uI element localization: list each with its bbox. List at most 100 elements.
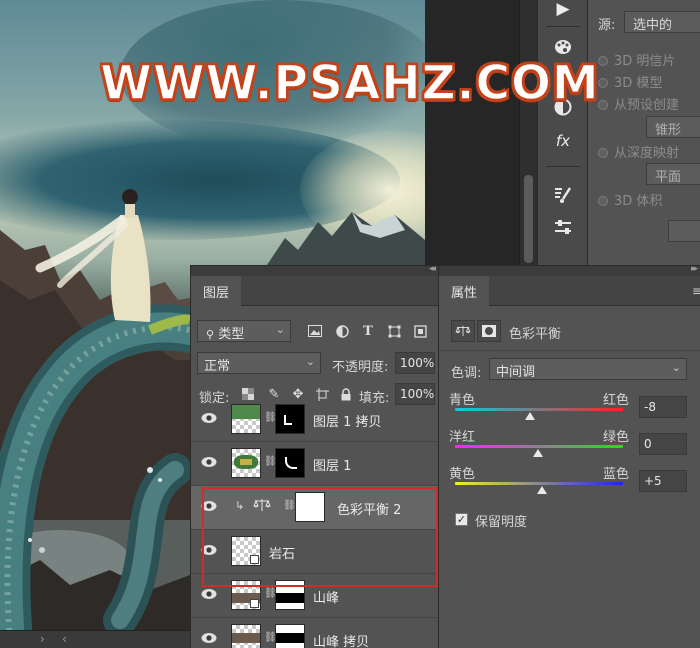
option-3d-model[interactable]: 3D 模型 [598, 72, 662, 91]
sliders-icon[interactable] [550, 214, 576, 240]
slider-knob[interactable] [533, 449, 543, 457]
filter-smart-object-icon[interactable] [411, 322, 429, 340]
create-button[interactable] [668, 220, 700, 242]
adjustment-mask-thumbnail [295, 492, 325, 522]
layer-thumbnail [231, 580, 261, 610]
layer-name[interactable]: 山峰 拷贝 [313, 631, 369, 648]
panel-icon-strip: ▶ fx [537, 0, 587, 265]
layer-mask-thumbnail [275, 580, 305, 610]
layer-name[interactable]: 山峰 [313, 587, 339, 606]
slider-yellow-label: 黄色 [449, 467, 476, 482]
slider-cyan-label: 青色 [449, 393, 476, 408]
layer-name[interactable]: 图层 1 拷贝 [313, 411, 382, 430]
visibility-eye-icon[interactable] [201, 456, 217, 468]
layers-tabbar: 图层 [191, 276, 438, 306]
layer-name[interactable]: 岩石 [269, 543, 295, 562]
layer-thumbnail [231, 624, 261, 648]
option-3d-postcard[interactable]: 3D 明信片 [598, 50, 675, 69]
brush-icon[interactable] [550, 182, 576, 208]
visibility-eye-icon[interactable] [201, 588, 217, 600]
option-from-preset[interactable]: 从预设创建 [598, 94, 679, 113]
preserve-luminosity-label: 保留明度 [475, 515, 528, 530]
balance-scale-icon [253, 498, 271, 515]
visibility-eye-icon[interactable] [201, 632, 217, 644]
collapse-icon[interactable]: ▸▸ [691, 264, 698, 274]
filter-pixel-icon[interactable] [306, 322, 324, 340]
slider-knob[interactable] [537, 486, 547, 494]
layer-row[interactable]: ⛓ 图层 1 拷贝 [191, 398, 439, 442]
layer-name[interactable]: 图层 1 [313, 455, 351, 474]
tone-label: 色调: [451, 366, 482, 381]
search-icon: ⚲ [206, 328, 215, 341]
canvas-status-bar: › ‹ [0, 630, 190, 648]
layer-mask-thumbnail [275, 624, 305, 648]
blend-mode-dropdown[interactable]: 正常 ⌄ [197, 352, 321, 374]
cyan-red-value[interactable]: -8 [639, 396, 687, 418]
option-from-depth-map[interactable]: 从深度映射 [598, 142, 679, 161]
option-3d-volume[interactable]: 3D 体积 [598, 190, 662, 209]
panel-menu-icon[interactable]: ≡ [692, 284, 700, 298]
magenta-green-value[interactable]: 0 [639, 433, 687, 455]
layer-filter-row: ⚲ 类型 ⌄ T [191, 318, 438, 348]
link-icon[interactable]: ⛓ [264, 412, 277, 426]
cyan-red-slider[interactable] [455, 408, 623, 411]
tab-properties[interactable]: 属性 [439, 276, 490, 306]
opacity-input[interactable]: 100% [395, 352, 435, 374]
divider [546, 26, 580, 27]
visibility-eye-icon[interactable] [201, 544, 217, 556]
watermark-text: WWW.PSAHZ.COM [99, 55, 600, 111]
filter-kind-dropdown[interactable]: ⚲ 类型 ⌄ [197, 320, 291, 342]
layer-row[interactable]: ⛓ 山峰 [191, 574, 439, 618]
adjustment-title: 色彩平衡 [509, 327, 562, 342]
yellow-blue-value[interactable]: +5 [639, 470, 687, 492]
layer-row[interactable]: ⛓ 山峰 拷贝 [191, 618, 439, 648]
visibility-eye-icon[interactable] [201, 500, 217, 512]
filter-type-icon[interactable]: T [359, 322, 377, 340]
opacity-label: 不透明度: [332, 360, 389, 375]
preserve-luminosity-checkbox[interactable]: ✓ [455, 513, 468, 526]
layer-row-selected[interactable]: ↳ ⛓ 色彩平衡 2 [191, 486, 439, 530]
link-icon[interactable]: ⛓ [264, 588, 277, 602]
divider [439, 350, 700, 351]
scrollbar-thumb[interactable] [524, 175, 533, 263]
layer-row[interactable]: ⛓ 图层 1 [191, 442, 439, 486]
filter-shape-icon[interactable] [385, 322, 403, 340]
slider-magenta-label: 洋红 [449, 430, 476, 445]
nav-right-arrow[interactable]: › [40, 632, 45, 646]
smart-object-thumbnail [231, 536, 261, 566]
link-icon[interactable]: ⛓ [264, 632, 277, 646]
panel-header-bar: ▸▸ [439, 264, 700, 276]
yellow-blue-slider[interactable] [455, 482, 623, 485]
depth-map-dropdown[interactable]: 平面 [646, 163, 700, 185]
blend-row: 正常 ⌄ 不透明度: 100% [191, 350, 438, 380]
properties-tabbar: 属性 [439, 276, 700, 306]
link-icon[interactable]: ⛓ [264, 456, 277, 470]
layer-name[interactable]: 色彩平衡 2 [337, 499, 401, 518]
visibility-eye-icon[interactable] [201, 412, 217, 424]
layers-panel: ◂◂ 图层 ⚲ 类型 ⌄ T 正常 ⌄ 不透明度: 100% 锁定: ✎ ✥ 填… [190, 264, 439, 648]
clipping-arrow-icon: ↳ [235, 499, 245, 512]
radio-icon [598, 196, 608, 206]
nav-left-arrow[interactable]: ‹ [62, 632, 67, 646]
source-label: 源: [598, 18, 616, 33]
tone-dropdown[interactable]: 中间调 ⌄ [489, 358, 687, 380]
tab-layers[interactable]: 图层 [191, 276, 242, 306]
play-icon[interactable]: ▶ [550, 0, 576, 22]
panel-header-bar: ◂◂ [191, 264, 438, 276]
source-dropdown[interactable]: 选中的 [624, 11, 700, 33]
layer-row[interactable]: 岩石 [191, 530, 439, 574]
canvas-scrollbar[interactable] [519, 0, 537, 265]
slider-green-label: 绿色 [603, 430, 630, 445]
filter-adjustment-icon[interactable] [333, 322, 351, 340]
layer-mask-thumbnail [275, 404, 305, 434]
chevron-down-icon: ⌄ [275, 323, 285, 336]
mask-button[interactable] [477, 320, 501, 342]
slider-blue-label: 蓝色 [603, 467, 630, 482]
link-icon[interactable]: ⛓ [283, 500, 296, 514]
preset-dropdown[interactable]: 锥形 [646, 116, 700, 138]
fx-icon[interactable]: fx [550, 128, 576, 154]
collapse-icon[interactable]: ◂◂ [429, 264, 436, 274]
balance-scale-button[interactable] [451, 320, 475, 342]
magenta-green-slider[interactable] [455, 445, 623, 448]
slider-knob[interactable] [525, 412, 535, 420]
